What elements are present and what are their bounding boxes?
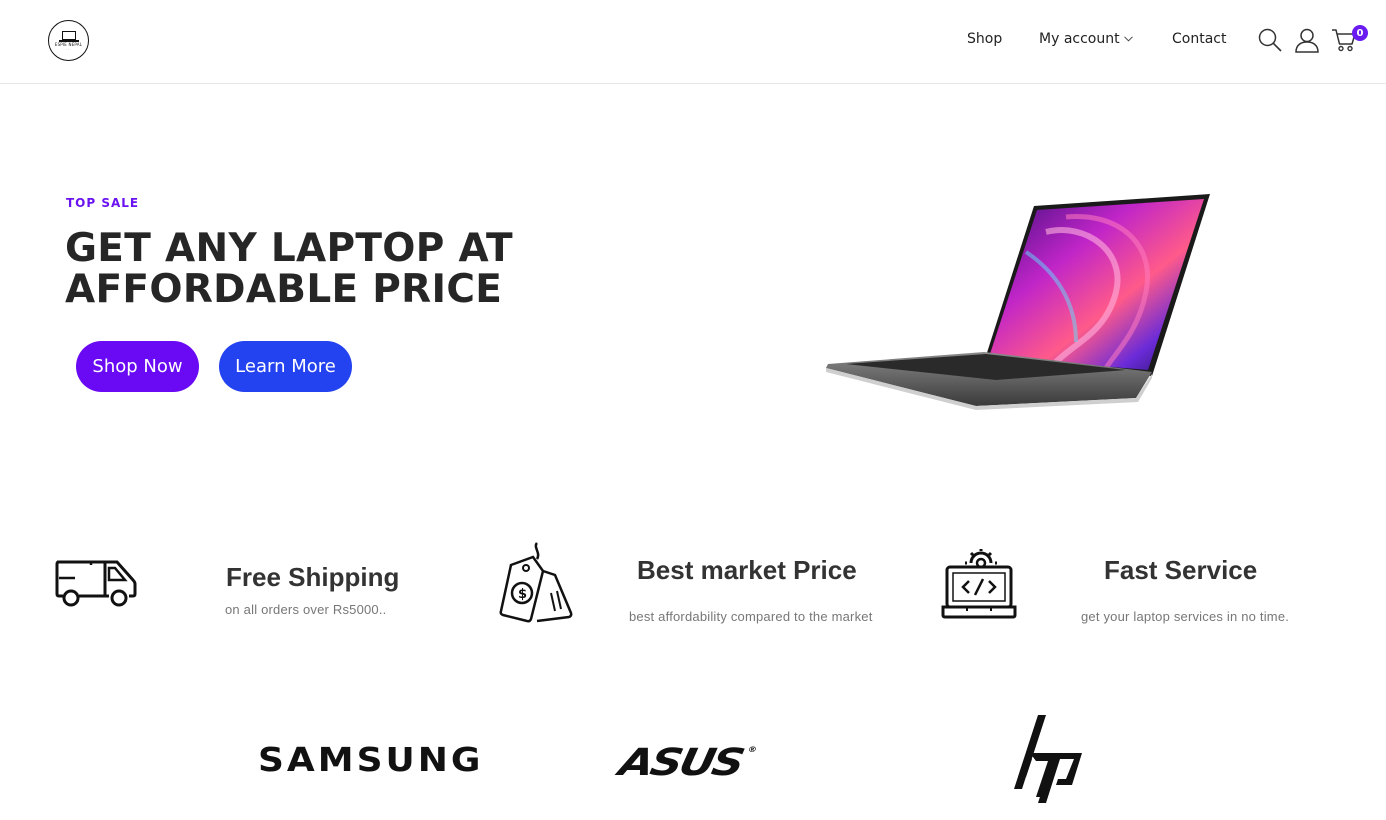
svg-text:$: $ — [518, 587, 527, 602]
nav-my-account-label: My account — [1039, 31, 1120, 47]
laptop-logo-icon — [58, 30, 79, 42]
hero-title-line1: GET ANY LAPTOP AT — [65, 226, 513, 271]
user-icon[interactable] — [1295, 28, 1319, 53]
feature-subtitle-price: best affordability compared to the marke… — [629, 609, 873, 624]
site-header: ESPIE NEPAL · · · Shop My account Contac… — [0, 0, 1386, 84]
nav-my-account[interactable]: My account — [1039, 31, 1133, 47]
feature-title-service: Fast Service — [1104, 555, 1258, 585]
asus-logo[interactable]: ASUS® — [615, 740, 757, 785]
hp-logo[interactable] — [1010, 713, 1086, 805]
feature-title-price: Best market Price — [637, 555, 857, 585]
feature-title-shipping: Free Shipping — [226, 562, 400, 592]
learn-more-button[interactable]: Learn More — [219, 341, 352, 392]
asus-registered-mark: ® — [746, 745, 758, 755]
asus-logo-text: ASUS — [615, 740, 746, 785]
samsung-logo[interactable]: SAMSUNG — [258, 742, 483, 780]
feature-subtitle-shipping: on all orders over Rs5000.. — [225, 602, 387, 617]
hero-laptop-image — [826, 194, 1210, 410]
search-icon[interactable] — [1258, 28, 1282, 52]
feature-subtitle-service: get your laptop services in no time. — [1081, 609, 1290, 624]
hero-eyebrow: TOP SALE — [66, 196, 140, 210]
shop-now-button[interactable]: Shop Now — [76, 341, 199, 392]
chevron-down-icon — [1123, 36, 1133, 42]
nav-shop[interactable]: Shop — [967, 31, 1002, 47]
hero-title: GET ANY LAPTOP AT AFFORDABLE PRICE — [65, 228, 585, 310]
nav-contact[interactable]: Contact — [1172, 31, 1226, 47]
cart-count-badge: 0 — [1352, 25, 1368, 41]
hero-title-line2: AFFORDABLE PRICE — [65, 267, 503, 312]
laptop-service-icon — [941, 549, 1017, 619]
site-logo[interactable]: ESPIE NEPAL · · · — [48, 20, 89, 61]
delivery-truck-icon — [55, 560, 137, 607]
price-tag-icon: $ — [499, 542, 573, 623]
logo-subtext: · · · — [66, 46, 71, 51]
